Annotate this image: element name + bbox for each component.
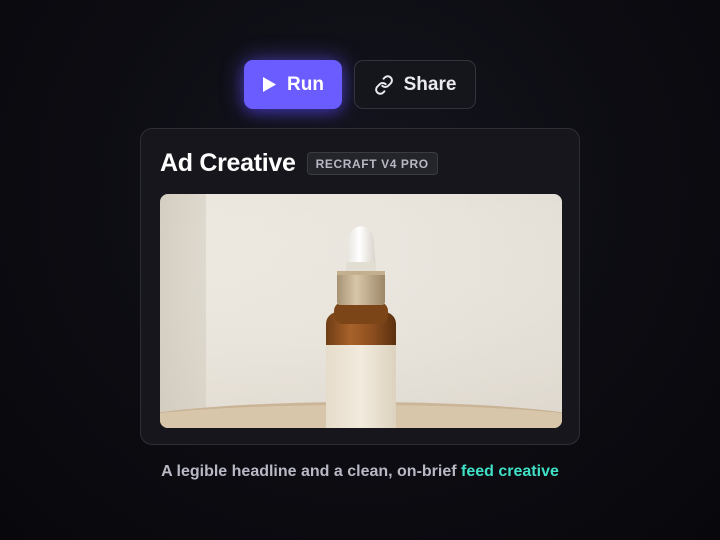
run-button[interactable]: Run (244, 60, 342, 109)
link-icon (374, 74, 394, 95)
share-label: Share (403, 73, 457, 95)
toolbar: Run Share (244, 60, 476, 109)
caption: A legible headline and a clean, on-brief… (0, 463, 720, 481)
run-label: Run (287, 73, 324, 95)
creative-image (160, 194, 562, 428)
card-title: Ad Creative (160, 149, 296, 177)
play-icon (262, 76, 277, 93)
caption-text: A legible headline and a clean, on-brief (161, 463, 457, 480)
model-badge: RECRAFT V4 PRO (306, 152, 438, 175)
creative-card: Ad Creative RECRAFT V4 PRO (140, 128, 580, 445)
product-photo (160, 194, 562, 428)
share-button[interactable]: Share (354, 60, 476, 109)
app-stage: Run Share Ad Creative RECRAFT V4 PRO A l… (0, 0, 720, 540)
card-header: Ad Creative RECRAFT V4 PRO (160, 149, 438, 178)
caption-highlight: feed creative (461, 463, 559, 480)
